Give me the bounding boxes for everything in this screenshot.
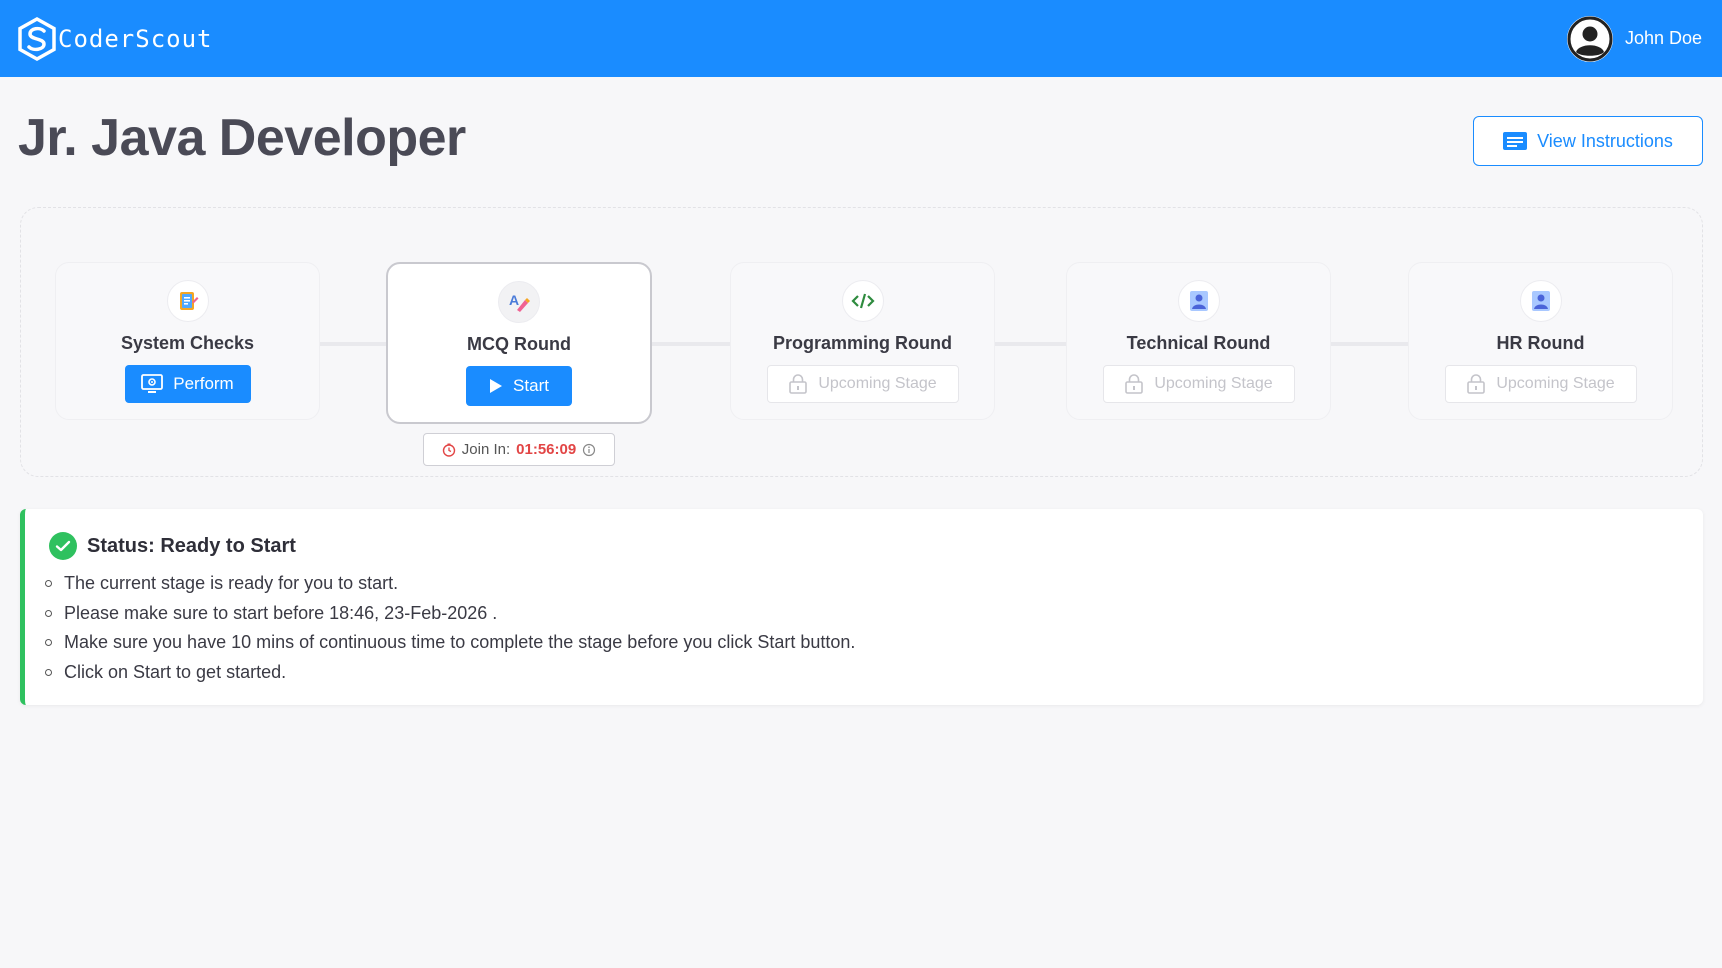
bullet-icon [45, 580, 52, 588]
stage-card-programming-round: Programming Round Upcoming Stage [730, 262, 995, 420]
brand-name: CoderScout [58, 24, 213, 53]
user-name: John Doe [1624, 28, 1702, 48]
stage-connector [994, 342, 1066, 346]
timer-icon [442, 443, 455, 457]
lock-icon [789, 374, 808, 394]
page-title: Jr. Java Developer [18, 109, 466, 167]
bullet-icon [45, 639, 52, 647]
avatar[interactable] [1566, 15, 1613, 62]
stage-name: Technical Round [1126, 333, 1271, 353]
perform-label: Perform [173, 374, 234, 393]
bullet-icon [45, 668, 52, 676]
list-item: Click on Start to get started. [45, 658, 855, 688]
list-item: Please make sure to start before 18:46, … [45, 599, 855, 629]
list-item-text: Please make sure to start before 18:46, … [64, 602, 498, 623]
lock-icon [1467, 374, 1486, 394]
bullet-icon [45, 609, 52, 617]
join-label: Join In: [461, 441, 511, 458]
user-menu[interactable]: John Doe [1566, 15, 1702, 62]
upcoming-stage-label: Upcoming Stage [1154, 375, 1273, 392]
interviewer-icon [1177, 280, 1220, 322]
info-icon[interactable] [582, 443, 596, 457]
list-item: The current stage is ready for you to st… [45, 569, 855, 599]
lock-icon [1125, 374, 1144, 394]
stage-card-hr-round: HR Round Upcoming Stage [1408, 262, 1673, 420]
upcoming-stage-button: Upcoming Stage [1444, 365, 1637, 403]
stage-name: Programming Round [773, 333, 952, 353]
start-button[interactable]: Start [466, 366, 572, 406]
stage-connector [320, 342, 386, 346]
perform-button[interactable]: Perform [124, 365, 251, 403]
quiz-icon: A [498, 281, 540, 323]
stage-card-system-checks: System Checks Perform [55, 262, 320, 420]
start-label: Start [513, 376, 549, 395]
status-panel: Status: Ready to Start The current stage… [20, 509, 1703, 705]
check-circle-icon [49, 532, 77, 560]
interviewer-icon [1519, 280, 1562, 322]
play-icon [490, 379, 503, 393]
view-instructions-label: View Instructions [1537, 130, 1673, 151]
svg-text:A: A [509, 292, 519, 308]
view-instructions-button[interactable]: View Instructions [1473, 116, 1703, 166]
stage-card-mcq-round: A MCQ Round Start [386, 262, 652, 424]
stage-card-technical-round: Technical Round Upcoming Stage [1066, 262, 1331, 420]
status-header: Status: Ready to Start [49, 532, 296, 560]
stage-connector [652, 342, 730, 346]
top-nav-bar: CoderScout John Doe [0, 0, 1722, 77]
join-countdown-badge: Join In: 01:56:09 [423, 433, 615, 466]
list-item-text: Make sure you have 10 mins of continuous… [64, 632, 856, 652]
monitor-gear-icon [141, 374, 164, 393]
upcoming-stage-button: Upcoming Stage [1102, 365, 1295, 403]
coderscout-logo-icon [18, 16, 56, 61]
instructions-icon [1503, 132, 1528, 150]
status-title: Status: Ready to Start [87, 534, 296, 557]
list-item: Make sure you have 10 mins of continuous… [45, 628, 855, 658]
stage-connector [1330, 342, 1408, 346]
upcoming-stage-button: Upcoming Stage [766, 365, 959, 403]
checklist-icon [166, 280, 209, 322]
join-countdown: 01:56:09 [516, 441, 577, 458]
status-list: The current stage is ready for you to st… [45, 569, 855, 687]
upcoming-stage-label: Upcoming Stage [1496, 375, 1615, 392]
list-item-text: The current stage is ready for you to st… [64, 573, 399, 593]
code-icon [841, 280, 884, 322]
stage-name: MCQ Round [467, 334, 571, 354]
list-item-text: Click on Start to get started. [64, 661, 287, 682]
user-avatar-icon [1567, 16, 1613, 61]
stage-name: HR Round [1496, 333, 1585, 353]
brand-logo-link[interactable]: CoderScout [18, 16, 213, 61]
upcoming-stage-label: Upcoming Stage [818, 375, 937, 392]
stage-name: System Checks [120, 333, 255, 353]
